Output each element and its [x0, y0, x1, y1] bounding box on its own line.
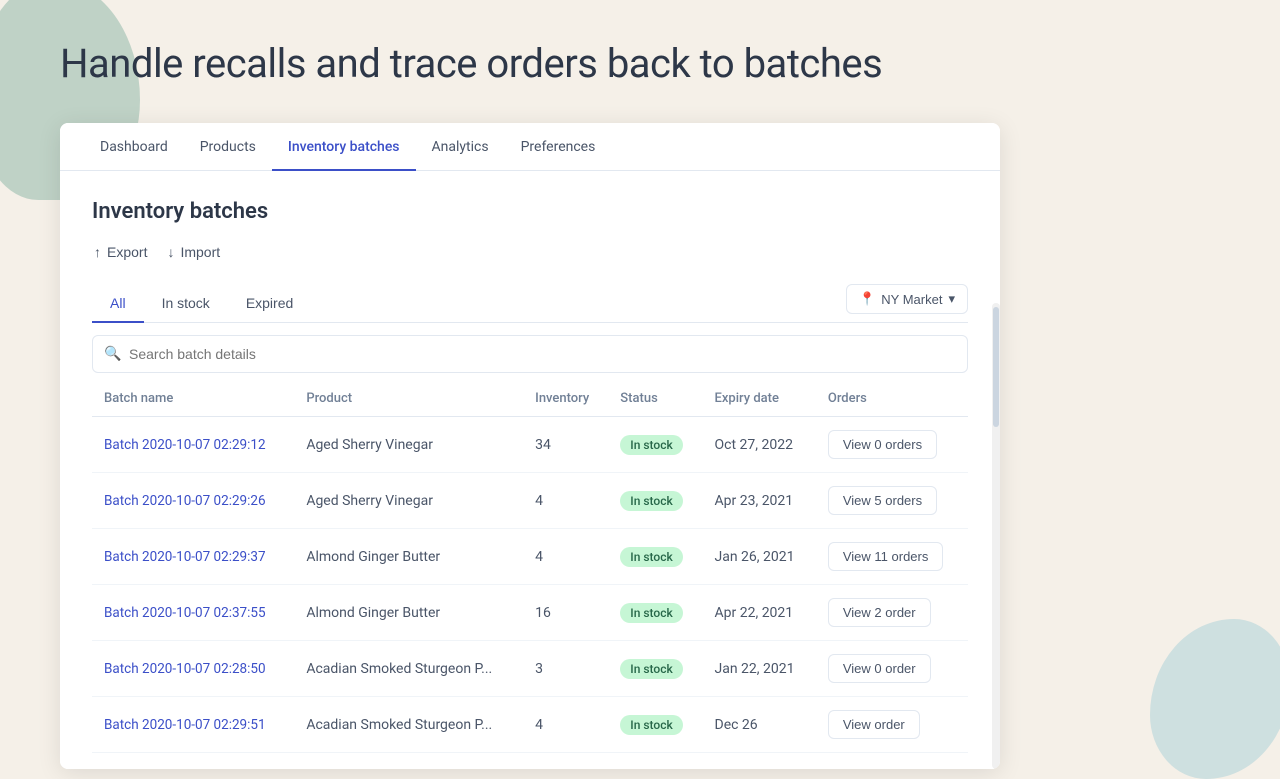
filter-tab-all[interactable]: All	[92, 285, 144, 323]
filter-bar: AllIn stockExpired 📍 NY Market ▾	[92, 284, 968, 323]
main-content: Inventory batches ↑ Export ↓ Import AllI…	[60, 171, 1000, 769]
filter-tab-expired[interactable]: Expired	[228, 285, 311, 323]
table-row: Batch 2020-10-07 02:29:26 Aged Sherry Vin…	[92, 473, 968, 529]
table-row: Batch 2020-10-07 02:37:55 Almond Ginger B…	[92, 585, 968, 641]
batch-name-link[interactable]: Batch 2020-10-07 02:29:51	[104, 717, 266, 733]
filter-tabs: AllIn stockExpired	[92, 285, 311, 322]
col-header-product: Product	[294, 381, 523, 417]
status-badge: In stock	[620, 547, 682, 567]
export-icon: ↑	[94, 244, 101, 260]
batch-expiry-date: Jan 22, 2021	[703, 641, 816, 697]
filter-tab-in-stock[interactable]: In stock	[144, 285, 228, 323]
view-orders-button[interactable]: View 0 orders	[828, 430, 937, 459]
nav-tab-inventory-batches[interactable]: Inventory batches	[272, 123, 416, 171]
location-icon: 📍	[859, 291, 875, 307]
view-orders-button[interactable]: View 11 orders	[828, 542, 944, 571]
status-badge: In stock	[620, 435, 682, 455]
market-label: NY Market	[881, 292, 942, 307]
export-button[interactable]: ↑ Export	[92, 240, 149, 264]
batch-product: Almond Ginger Butter	[294, 585, 523, 641]
nav-tab-analytics[interactable]: Analytics	[416, 123, 505, 171]
nav-tab-products[interactable]: Products	[184, 123, 272, 171]
import-icon: ↓	[167, 244, 174, 260]
view-orders-button[interactable]: View 2 order	[828, 598, 931, 627]
view-orders-button[interactable]: View 5 orders	[828, 486, 937, 515]
table-row: Batch 2020-10-07 02:29:37 Almond Ginger B…	[92, 529, 968, 585]
batch-expiry-date: Oct 27, 2022	[703, 417, 816, 473]
batch-name-link[interactable]: Batch 2020-10-07 02:37:55	[104, 605, 266, 621]
table-body: Batch 2020-10-07 02:29:12 Aged Sherry Vin…	[92, 417, 968, 753]
batch-inventory: 16	[523, 585, 608, 641]
batch-expiry-date: Jan 26, 2021	[703, 529, 816, 585]
batch-name-link[interactable]: Batch 2020-10-07 02:28:50	[104, 661, 266, 677]
section-title: Inventory batches	[92, 199, 968, 224]
col-header-orders: Orders	[816, 381, 968, 417]
search-input[interactable]	[92, 335, 968, 373]
col-header-status: Status	[608, 381, 702, 417]
table-row: Batch 2020-10-07 02:29:12 Aged Sherry Vin…	[92, 417, 968, 473]
batch-product: Aged Sherry Vinegar	[294, 473, 523, 529]
scroll-track[interactable]	[992, 303, 1000, 769]
scroll-thumb	[993, 307, 999, 427]
batch-expiry-date: Apr 23, 2021	[703, 473, 816, 529]
batch-name-link[interactable]: Batch 2020-10-07 02:29:37	[104, 549, 266, 565]
action-buttons: ↑ Export ↓ Import	[92, 240, 968, 264]
batch-inventory: 3	[523, 641, 608, 697]
status-badge: In stock	[620, 603, 682, 623]
market-selector[interactable]: 📍 NY Market ▾	[846, 284, 968, 314]
col-header-inventory: Inventory	[523, 381, 608, 417]
chevron-down-icon: ▾	[948, 291, 955, 307]
batch-inventory: 4	[523, 529, 608, 585]
nav-tab-preferences[interactable]: Preferences	[505, 123, 612, 171]
import-button[interactable]: ↓ Import	[165, 240, 222, 264]
search-icon: 🔍	[104, 346, 121, 362]
batch-name-link[interactable]: Batch 2020-10-07 02:29:26	[104, 493, 266, 509]
nav-tab-dashboard[interactable]: Dashboard	[84, 123, 184, 171]
view-orders-button[interactable]: View 0 order	[828, 654, 931, 683]
batch-expiry-date: Dec 26	[703, 697, 816, 753]
table-header: Batch nameProductInventoryStatusExpiry d…	[92, 381, 968, 417]
page-heading: Handle recalls and trace orders back to …	[60, 40, 1220, 87]
table-row: Batch 2020-10-07 02:29:51 Acadian Smoked …	[92, 697, 968, 753]
view-orders-button[interactable]: View order	[828, 710, 920, 739]
batch-product: Acadian Smoked Sturgeon P...	[294, 641, 523, 697]
col-header-batch-name: Batch name	[92, 381, 294, 417]
col-header-expiry-date: Expiry date	[703, 381, 816, 417]
batch-product: Acadian Smoked Sturgeon P...	[294, 697, 523, 753]
status-badge: In stock	[620, 715, 682, 735]
batch-inventory: 4	[523, 697, 608, 753]
search-bar-wrapper: 🔍	[92, 335, 968, 373]
status-badge: In stock	[620, 491, 682, 511]
table-header-row: Batch nameProductInventoryStatusExpiry d…	[92, 381, 968, 417]
batch-product: Almond Ginger Butter	[294, 529, 523, 585]
nav-bar: DashboardProductsInventory batchesAnalyt…	[60, 123, 1000, 171]
batch-inventory: 4	[523, 473, 608, 529]
batch-name-link[interactable]: Batch 2020-10-07 02:29:12	[104, 437, 266, 453]
app-window: DashboardProductsInventory batchesAnalyt…	[60, 123, 1000, 769]
batch-product: Aged Sherry Vinegar	[294, 417, 523, 473]
batch-inventory: 34	[523, 417, 608, 473]
status-badge: In stock	[620, 659, 682, 679]
batch-expiry-date: Apr 22, 2021	[703, 585, 816, 641]
table-row: Batch 2020-10-07 02:28:50 Acadian Smoked …	[92, 641, 968, 697]
batches-table: Batch nameProductInventoryStatusExpiry d…	[92, 381, 968, 753]
